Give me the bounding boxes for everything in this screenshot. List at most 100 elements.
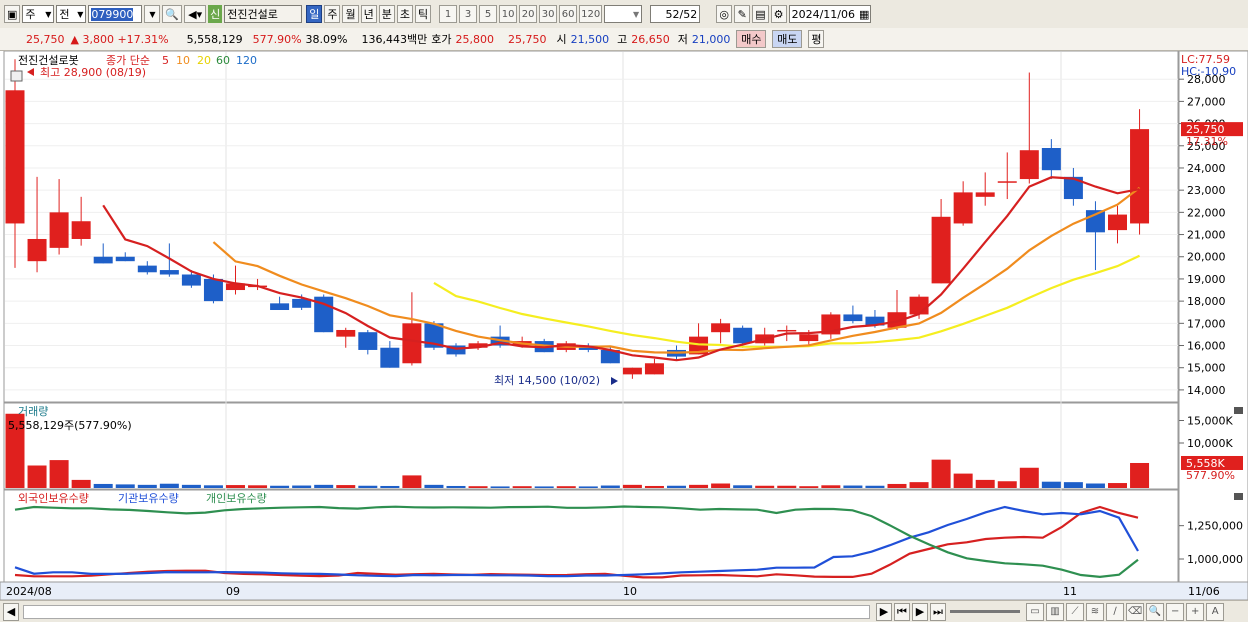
period-tab-1[interactable]: 주 — [324, 5, 341, 23]
quote-amount: 136,443백만 — [361, 33, 428, 46]
minus-icon[interactable]: − — [1166, 602, 1185, 621]
open-label: 시 — [556, 33, 567, 46]
table-icon[interactable] — [10, 70, 23, 82]
candle-body-7 — [159, 270, 179, 275]
holdings-tick-label-0: 1,250,000 — [1187, 520, 1243, 533]
multiplier-button-30[interactable]: 30 — [539, 5, 558, 23]
new-badge: 신 — [208, 5, 223, 23]
volume-bar-35 — [777, 485, 797, 488]
quote-open: 21,500 — [570, 32, 610, 46]
volume-bar-50 — [1108, 483, 1127, 488]
multiplier-button-10[interactable]: 10 — [499, 5, 518, 23]
volume-bar-10 — [226, 485, 245, 488]
stock-code-input[interactable]: 079900 — [88, 5, 143, 23]
font-size-icon[interactable]: A — [1206, 602, 1225, 621]
candle-body-12 — [270, 303, 290, 311]
period-tab-0[interactable]: 일 — [306, 5, 323, 23]
volume-bar-41 — [909, 482, 929, 488]
volume-bar-22 — [490, 486, 510, 488]
layout-icon[interactable]: ▭ — [1026, 602, 1044, 621]
volume-bar-25 — [556, 486, 576, 488]
ma-period-5: 5 — [162, 54, 169, 67]
scroll-left-icon[interactable]: ◀ — [3, 602, 19, 621]
play-icon[interactable]: ▶ — [912, 602, 928, 621]
multiplier-button-3[interactable]: 3 — [459, 5, 478, 23]
type-select[interactable]: 주 ▼ — [22, 5, 55, 23]
market-select[interactable]: 전 ▼ — [56, 5, 87, 23]
draw-tool-icon[interactable]: ✎ — [734, 5, 751, 23]
multiplier-button-1[interactable]: 1 — [439, 5, 458, 23]
date-input[interactable]: 2024/11/06 ▦ — [788, 5, 871, 23]
buy-button[interactable]: 매수 — [736, 30, 767, 48]
quote-ask: 25,800 — [455, 32, 494, 46]
chevron-down-icon: ▼ — [633, 9, 640, 19]
volume-bar-46 — [1019, 467, 1039, 488]
volume-bar-38 — [843, 485, 863, 488]
period-tab-3[interactable]: 년 — [360, 5, 377, 23]
save-icon[interactable]: ▤ — [752, 5, 769, 23]
volume-bar-2 — [49, 460, 69, 488]
multiplier-button-5[interactable]: 5 — [479, 5, 498, 23]
gear-icon[interactable]: ⚙ — [770, 5, 787, 23]
first-page-icon[interactable]: ⏮ — [894, 602, 910, 621]
multiplier-button-60[interactable]: 60 — [559, 5, 578, 23]
candle-body-35 — [777, 329, 797, 332]
volume-tick-label-1: 10,000K — [1187, 437, 1233, 450]
volume-bar-7 — [159, 483, 179, 488]
custom-multiplier-input[interactable]: ▼ — [604, 5, 643, 23]
ma-period-10: 10 — [176, 54, 190, 67]
legend-foreign: 외국인보유수량 — [18, 492, 89, 505]
volume-info: 5,558,129주(577.90%) — [8, 419, 132, 432]
volume-bar-51 — [1130, 462, 1150, 488]
trend-icon[interactable]: ⟋ — [1066, 602, 1084, 621]
binoculars-icon[interactable]: ◎ — [716, 5, 733, 23]
eval-button[interactable]: 평 — [808, 30, 825, 48]
x-label-oct: 10 — [623, 585, 637, 598]
period-tab-6[interactable]: 틱 — [414, 5, 432, 23]
volume-bar-43 — [953, 473, 973, 488]
split-icon[interactable]: ▥ — [1046, 602, 1064, 621]
volume-bar-47 — [1041, 481, 1061, 488]
search-icon[interactable]: 🔍 — [162, 5, 183, 23]
candle-body-36 — [799, 334, 819, 342]
eraser-icon[interactable]: ⌫ — [1126, 602, 1145, 621]
zoom-icon[interactable]: 🔍 — [1146, 602, 1165, 621]
legend-institution: 기관보유수량 — [118, 492, 179, 505]
holdings-panel-close-icon[interactable] — [1234, 493, 1243, 500]
chart-svg[interactable]: 28,00027,00026,00025,00024,00023,00022,0… — [0, 50, 1248, 601]
price-tick-label-1: 27,000 — [1187, 95, 1226, 108]
market-select-value: 전 — [59, 8, 70, 21]
volume-panel-close-icon[interactable] — [1234, 407, 1243, 414]
page-counter: 52/52 — [650, 5, 701, 23]
candle-body-3 — [71, 221, 91, 239]
period-tab-4[interactable]: 분 — [378, 5, 395, 23]
multiplier-button-120[interactable]: 120 — [579, 5, 603, 23]
calendar-icon: ▦ — [859, 7, 870, 21]
zoom-slider[interactable] — [950, 610, 1020, 613]
sell-button[interactable]: 매도 — [772, 30, 803, 48]
period-tab-2[interactable]: 월 — [342, 5, 359, 23]
scroll-right-icon[interactable]: ▶ — [876, 602, 892, 621]
volume-bar-39 — [865, 485, 885, 488]
line-tool-icon[interactable]: ∕ — [1106, 602, 1124, 621]
candle-body-41 — [909, 296, 929, 315]
chart-area[interactable]: 28,00027,00026,00025,00024,00023,00022,0… — [0, 50, 1248, 601]
fib-icon[interactable]: ≋ — [1086, 602, 1104, 621]
volume-bar-36 — [799, 486, 819, 488]
price-tick-label-4: 24,000 — [1187, 162, 1226, 175]
period-tab-5[interactable]: 초 — [396, 5, 413, 23]
price-tick-label-10: 18,000 — [1187, 295, 1226, 308]
plus-icon[interactable]: + — [1186, 602, 1205, 621]
volume-bar-9 — [203, 485, 223, 488]
volume-bar-20 — [446, 485, 466, 488]
page-total: /52 — [679, 7, 698, 21]
speaker-icon[interactable]: ◀▾ — [184, 5, 207, 23]
code-dropdown-button[interactable]: ▼ — [144, 5, 161, 23]
main-toolbar: ▣ 주 ▼ 전 ▼ 079900 ▼ 🔍 ◀▾ 신 전진건설로 일주월년분초틱 13… — [0, 0, 1248, 29]
last-page-icon[interactable]: ⏭ — [930, 602, 946, 621]
scroll-track[interactable] — [23, 604, 870, 619]
multiplier-button-20[interactable]: 20 — [519, 5, 538, 23]
candle-body-2 — [49, 212, 69, 248]
window-menu-icon[interactable]: ▣ — [4, 5, 21, 23]
ma-period-60: 60 — [216, 54, 230, 67]
